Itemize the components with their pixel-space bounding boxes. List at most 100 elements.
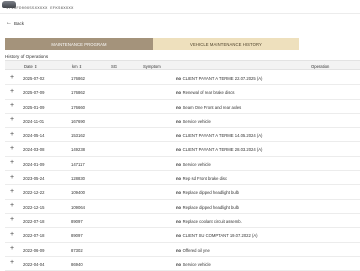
expand-plus-icon[interactable]: + [10,245,14,252]
expand-plus-icon[interactable]: + [10,159,14,166]
expand-plus-icon[interactable]: + [10,102,14,109]
row-km: 147117 [71,161,85,167]
row-km: 153162 [71,133,85,139]
row-operation-text: Replace dipped headlight bulb [182,204,239,210]
column-header-operation: Operation [311,64,330,69]
expand-plus-icon[interactable]: + [10,216,14,223]
table-row[interactable]: +2022-12-22 109400 no Replace dipped headli… [5,185,360,200]
column-header-date[interactable]: Date ⇕ [24,64,38,69]
row-operation: no Rep sd Front brake disc [176,176,227,181]
row-date: 2024-05-14 [23,133,45,139]
row-badge: no [176,133,182,139]
row-date: 2024-01-09 [23,161,45,167]
row-badge: no [176,233,182,239]
row-km: 167690 [71,118,85,124]
row-badge: no [176,190,182,196]
column-header-km[interactable]: km ⇕ [72,64,82,69]
row-km: 89097 [71,218,83,224]
expand-plus-icon[interactable]: + [10,88,14,95]
row-operation: no Service vehicle [176,119,211,124]
table-row[interactable]: +2024-11-01 167690 no Service vehicle [5,114,360,129]
expand-plus-icon[interactable]: + [10,188,14,195]
row-operation-text: Service vehicle [182,118,211,124]
row-operation-text: CLIENT PAYANT A TERME 22.07.2025 (A) [182,76,263,81]
row-badge: no [176,218,182,224]
expand-plus-icon[interactable]: + [10,202,14,209]
table-row[interactable]: +2022-07-18 89097 no CLIENT SU COMPTANT 19.… [5,228,360,243]
expand-plus-icon[interactable]: + [10,74,14,81]
column-header-sg: SG [111,64,118,69]
table-row[interactable]: +2025-07-09 176862 no Renewal of rear brake… [5,85,360,100]
row-km: 87302 [71,247,83,253]
section-title: History of Operations [5,54,49,59]
row-operation: no Service vehicle [176,262,211,267]
row-operation: no Replace dipped headlight bulb [176,205,239,210]
row-date: 2025-01-09 [23,104,45,110]
arrow-left-icon[interactable]: ← [6,20,12,26]
row-date: 2022-12-15 [23,204,45,210]
expand-plus-icon[interactable]: + [10,145,14,152]
row-operation: no Offered oil yne [176,248,210,253]
row-operation: no Seam One Front and rear axles [176,105,241,110]
expand-plus-icon[interactable]: + [10,231,14,238]
table-header: Date ⇕ km ⇕ SG Symptom Operation [5,60,360,70]
row-badge: no [176,147,182,153]
row-operation-text: Service vehicle [182,161,211,167]
row-date: 2024-03-08 [23,147,45,153]
tab-vehicle-maintenance-history[interactable]: VEHICLE MAINTENANCE HISTORY [153,38,299,50]
table-row[interactable]: +2025-01-09 176660 no Seam One Front and re… [5,100,360,114]
row-operation-text: CLIENT PAYANT A TERME 28.03.2024 (A) [182,147,263,153]
table-row[interactable]: +2024-03-08 149238 no CLIENT PAYANT A TERME… [5,142,360,157]
row-operation-text: CLIENT SU COMPTANT 19.07.2022 (A) [182,233,258,239]
row-km: 109400 [71,190,85,196]
row-operation: no Replace dipped headlight bulb [176,190,239,195]
row-badge: no [176,104,182,110]
back-label[interactable]: Back [14,21,24,26]
expand-plus-icon[interactable]: + [10,174,14,181]
row-km: 176862 [71,90,85,96]
row-date: 2022-07-18 [23,233,45,239]
table-row[interactable]: +2025-07-02 176862 no CLIENT PAYANT A TERME… [5,71,360,86]
expand-plus-icon[interactable]: + [10,259,14,266]
row-operation: no CLIENT SU COMPTANT 19.07.2022 (A) [176,233,258,238]
row-badge: no [176,261,182,267]
row-date: 2023-05-24 [23,176,45,182]
tab-maintenance-program[interactable]: MAINTENANCE PROGRAM [5,38,153,50]
table-row[interactable]: +2022-04-04 86940 no Service vehicle [5,257,360,271]
row-operation: no CLIENT PAYANT A TERME 28.03.2024 (A) [176,147,262,152]
row-operation-text: Rep sd Front brake disc [182,176,228,182]
row-date: 2022-04-04 [23,261,45,267]
row-km: 89097 [71,233,83,239]
row-operation-text: CLIENT PAYANT A TERME 14.05.2024 (A) [182,133,263,139]
expand-plus-icon[interactable]: + [10,116,14,123]
history-table-body: +2025-07-02 176862 no CLIENT PAYANT A TERME… [5,71,360,271]
row-operation: no CLIENT PAYANT A TERME 14.05.2024 (A) [176,133,262,138]
row-operation: no Renewal of rear brake discs [176,90,235,95]
row-badge: no [176,176,182,182]
top-bar: VF1RFD00X55XXXXX EFKS6XXXX [0,0,360,14]
table-row[interactable]: +2022-12-15 109064 no Replace dipped headli… [5,200,360,214]
row-operation: no Replace coolant circuit assemb. [176,219,242,224]
row-badge: no [176,90,182,96]
back-link[interactable]: ← Back [0,18,360,30]
row-date: 2022-12-22 [23,190,45,196]
table-row[interactable]: +2022-06-09 87302 no Offered oil yne [5,243,360,257]
row-date: 2025-07-02 [23,76,45,81]
row-operation-text: Renewal of rear brake discs [182,90,235,96]
table-row[interactable]: +2024-05-14 153162 no CLIENT PAYANT A TERME… [5,128,360,143]
row-date: 2022-07-18 [23,218,45,224]
row-date: 2022-06-09 [23,247,45,253]
column-header-symptom: Symptom [143,64,161,69]
row-km: 176862 [71,76,85,81]
row-badge: no [176,161,182,167]
vin-label: VF1RFD00X55XXXXX EFKS6XXXX [6,7,74,11]
table-row[interactable]: +2022-07-18 89097 no Replace coolant circui… [5,214,360,229]
row-badge: no [176,118,182,124]
row-operation: no CLIENT PAYANT A TERME 22.07.2025 (A) [176,76,262,81]
row-badge: no [176,204,182,210]
row-km: 109064 [71,204,85,210]
table-row[interactable]: +2024-01-09 147117 no Service vehicle [5,157,360,172]
expand-plus-icon[interactable]: + [10,131,14,138]
table-row[interactable]: +2023-05-24 128830 no Rep sd Front brake di… [5,171,360,186]
row-operation: no Service vehicle [176,162,211,167]
